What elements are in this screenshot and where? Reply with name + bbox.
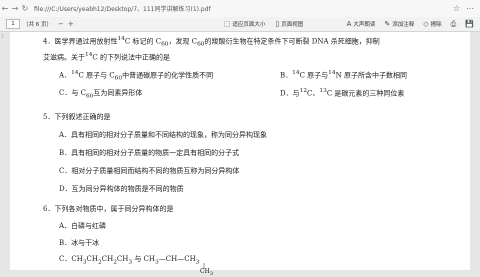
q5-option-c: C．相对分子质量相同而结构不同的物质互称为同分异构体 bbox=[59, 167, 240, 175]
pen-icon: ✎ bbox=[384, 20, 391, 28]
read-aloud-icon: A bbox=[346, 20, 352, 28]
q4-option-b: B．14C 原子与14N 原子所含中子数相同 bbox=[280, 70, 407, 80]
read-aloud-button[interactable]: A 大声朗读 bbox=[347, 20, 376, 28]
print-icon[interactable]: ⎙ bbox=[451, 20, 457, 29]
forward-button[interactable]: → bbox=[10, 4, 20, 13]
read-aloud-label: 大声朗读 bbox=[353, 22, 376, 28]
q5-stem: 5．下列叙述正确的是 bbox=[43, 113, 111, 121]
q4-option-d: D．与12C、13C 是碳元素的三种同位素 bbox=[280, 88, 405, 98]
q6-stem: 6．下列各对物质中，属于同分异构体的是 bbox=[43, 205, 174, 213]
q5-option-b: B．具有相同的相对分子质量的物质一定具有相同的分子式 bbox=[59, 149, 240, 157]
draw-label: 添加注释 bbox=[392, 22, 415, 28]
more-menu-icon[interactable]: ⋯ bbox=[466, 4, 474, 13]
q4-stem-line1: 4．医学界通过用放射性14C 标记的 C60，发现 C60的羧酸衍生物在特定条件… bbox=[43, 36, 380, 48]
save-icon[interactable]: 💾 bbox=[465, 20, 474, 28]
favorite-star-icon[interactable]: ☆ bbox=[453, 4, 460, 13]
fit-page-label: 适应页面大小 bbox=[232, 22, 266, 28]
url-field[interactable]: file:///C:/Users/yeabh12/Desktop/7、111同学… bbox=[34, 4, 211, 13]
q6-branch-methyl: CH3 bbox=[200, 268, 214, 277]
erase-button[interactable]: ◇ 擦除 bbox=[423, 20, 441, 28]
erase-label: 擦除 bbox=[430, 22, 442, 28]
q4-option-c: C．与 C60互为同素异形体 bbox=[59, 89, 143, 100]
page-indicator: 1 （共 6 页） bbox=[6, 19, 52, 29]
pdf-toolbar: 1 （共 6 页） − + ⬚ 适应页面大小 ▯ 页面视图 A 大声朗读 ✎ 添… bbox=[0, 17, 480, 32]
q4-stem-line2: 艾滋病。关于14C 的下列说法中正确的是 bbox=[43, 52, 171, 62]
draw-button[interactable]: ✎ 添加注释 bbox=[384, 20, 414, 28]
eraser-icon: ◇ bbox=[423, 20, 429, 28]
fit-page-button[interactable]: ⬚ 适应页面大小 bbox=[224, 20, 266, 28]
page-margin-marker: 1 bbox=[1, 34, 5, 40]
q6-option-b: B．冰与干冰 bbox=[59, 239, 100, 247]
zoom-out-button[interactable]: − bbox=[58, 20, 64, 28]
zoom-in-button[interactable]: + bbox=[68, 20, 74, 28]
q6-option-a: A．白磷与红磷 bbox=[59, 222, 107, 230]
page-view-button[interactable]: ▯ 页面视图 bbox=[275, 20, 303, 28]
fit-page-icon: ⬚ bbox=[223, 20, 231, 28]
page-view-icon: ▯ bbox=[275, 20, 280, 28]
page-total: （共 6 页） bbox=[23, 22, 52, 28]
q4-option-a: A．14C 原子与 C60中普通碳原子的化学性质不同 bbox=[59, 70, 214, 82]
q5-option-a: A．具有相同的相对分子质量和不同结构的现象，称为同分异构现象 bbox=[59, 131, 268, 139]
refresh-button[interactable]: ↻ bbox=[20, 4, 30, 13]
q6-option-c: C．CH3CH2CH2CH3 与 CH3—CH—CH3 bbox=[59, 255, 200, 266]
q5-option-d: D．互为同分异构体的物质是不同的物质 bbox=[59, 185, 184, 193]
page-view-label: 页面视图 bbox=[281, 22, 304, 28]
page-number-input[interactable]: 1 bbox=[6, 19, 20, 29]
pdf-page: 4．医学界通过用放射性14C 标记的 C60，发现 C60的羧酸衍生物在特定条件… bbox=[10, 32, 470, 277]
address-bar: ← → ↻ file:///C:/Users/yeabh12/Desktop/7… bbox=[0, 0, 480, 18]
back-button[interactable]: ← bbox=[0, 4, 10, 13]
